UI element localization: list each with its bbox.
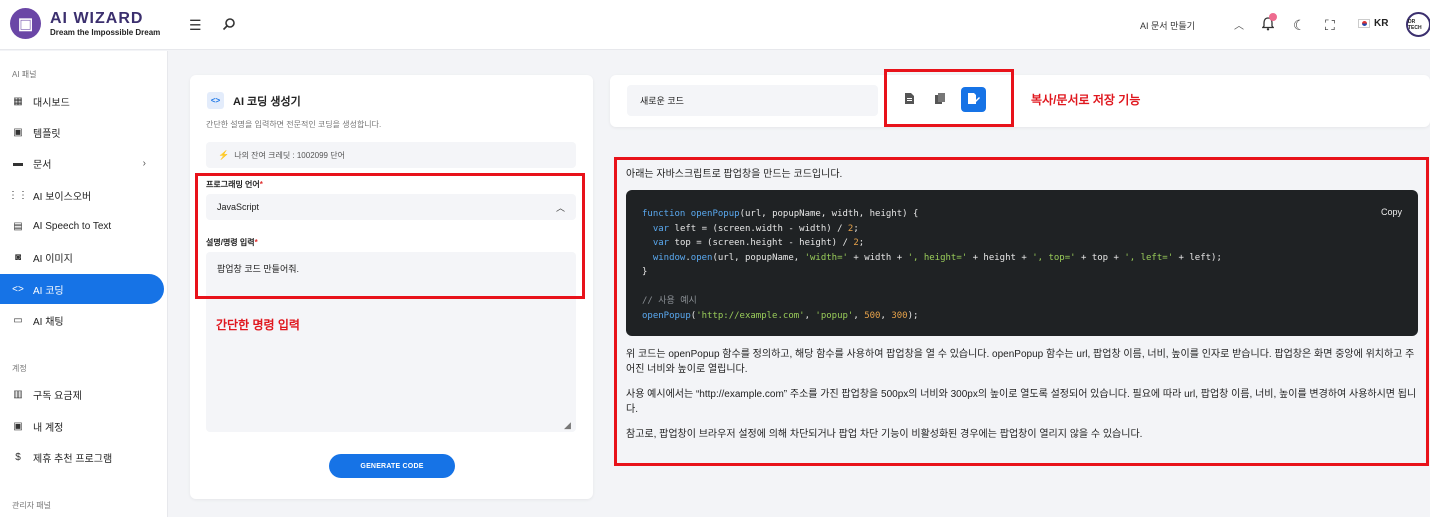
sidebar-item-label: AI 채팅: [33, 316, 64, 328]
language-switcher[interactable]: KR: [1358, 18, 1388, 29]
file-edit-icon: [967, 92, 980, 107]
dollar-icon: $: [15, 451, 21, 463]
fullscreen-icon[interactable]: ⛶: [1325, 17, 1335, 34]
sidebar: AI 패널 ▦ 대시보드 ▣ 템플릿 ▬ 문서 › ⋮⋮ AI 보이스오버 ▤ …: [0, 51, 168, 517]
sidebar-item-label: AI 코딩: [33, 285, 64, 297]
sidebar-item-label: 내 계정: [33, 422, 64, 434]
result-paragraph: 사용 예시에서는 “http://example.com” 주소를 가진 팝업창…: [626, 389, 1417, 415]
code-icon: <>: [12, 283, 24, 295]
sidebar-item-label: AI 이미지: [33, 253, 73, 265]
folder-icon: ▬: [13, 157, 23, 169]
document-name-input[interactable]: 새로운 코드: [627, 85, 878, 116]
account-icon: ▣: [13, 420, 23, 432]
generator-title: AI 코딩 생성기: [233, 96, 301, 108]
result-paragraph: 위 코드는 openPopup 함수를 정의하고, 해당 함수를 사용하여 팝업…: [626, 349, 1415, 375]
result-intro: 아래는 자바스크립트로 팝업창을 만드는 코드입니다.: [626, 169, 843, 180]
chevron-up-icon[interactable]: ︿: [1234, 17, 1244, 32]
sidebar-section-account: 계정: [12, 364, 27, 373]
copy-button[interactable]: [928, 87, 953, 112]
sidebar-item-label: AI 보이스오버: [33, 191, 92, 203]
language-code: KR: [1374, 18, 1389, 29]
code-block: Copy function openPopup(url, popupName, …: [626, 190, 1418, 336]
copy-icon: [935, 92, 946, 107]
dark-mode-icon[interactable]: ☾: [1293, 17, 1306, 34]
sidebar-item-label: AI Speech to Text: [33, 220, 112, 232]
subscription-icon: ▥: [13, 388, 23, 400]
waveform-icon: ⋮⋮: [8, 189, 28, 201]
sidebar-item-documents[interactable]: ▬ 문서 ›: [0, 148, 164, 178]
result-paragraph: 참고로, 팝업창이 브라우저 설정에 의해 차단되거나 팝업 차단 기능이 비활…: [626, 429, 1143, 440]
credits-banner: ⚡ 나의 잔여 크레딧 : 1002099 단어: [206, 142, 576, 168]
language-select[interactable]: JavaScript ︿: [206, 194, 576, 220]
code-icon: <>: [207, 92, 224, 109]
save-document-button[interactable]: [897, 87, 922, 112]
template-icon: ▣: [13, 126, 23, 138]
dashboard-icon: ▦: [13, 95, 23, 107]
sidebar-item-label: 제휴 추천 프로그램: [33, 453, 113, 465]
result-toolbar: 새로운 코드: [610, 75, 1430, 127]
avatar[interactable]: DR TECH: [1406, 12, 1430, 37]
sidebar-item-dashboard[interactable]: ▦ 대시보드: [0, 86, 164, 116]
document-icon: [905, 92, 914, 107]
sidebar-item-label: 템플릿: [33, 128, 61, 140]
lightning-icon: ⚡: [218, 149, 230, 160]
template-select[interactable]: AI 문서 만들기: [1140, 19, 1195, 32]
sidebar-item-label: 구독 요금제: [33, 390, 82, 402]
sidebar-item-chat[interactable]: ▭ AI 채팅: [0, 305, 164, 335]
sidebar-item-voiceover[interactable]: ⋮⋮ AI 보이스오버: [0, 180, 164, 210]
annotation-simple-prompt: 간단한 명령 입력: [216, 318, 300, 332]
sidebar-item-coding[interactable]: <> AI 코딩: [0, 274, 164, 304]
korea-flag-icon: [1358, 19, 1370, 28]
sidebar-item-image[interactable]: ◙ AI 이미지: [0, 242, 164, 272]
save-as-document-button[interactable]: [961, 87, 986, 112]
menu-toggle-icon[interactable]: ☰: [189, 17, 202, 34]
sidebar-item-templates[interactable]: ▣ 템플릿: [0, 117, 164, 147]
sidebar-item-affiliate[interactable]: $ 제휴 추천 프로그램: [0, 442, 164, 472]
code-copy-button[interactable]: Copy: [1381, 207, 1402, 217]
language-label: 프로그래밍 언어*: [206, 180, 263, 189]
language-select-value: JavaScript: [217, 202, 260, 212]
code-generator-card: <> AI 코딩 생성기 간단한 설명을 입력하면 전문적인 코딩을 생성합니다…: [190, 75, 593, 499]
sidebar-section-admin: 관리자 패널: [12, 501, 52, 510]
prompt-input[interactable]: 팝업창 코드 만들어줘.: [206, 252, 576, 432]
chat-icon: ▭: [13, 314, 23, 326]
chip-logo-icon: ▣: [10, 8, 41, 39]
generator-description: 간단한 설명을 입력하면 전문적인 코딩을 생성합니다.: [206, 120, 382, 129]
chevron-up-icon: ︿: [555, 202, 565, 213]
annotation-save-copy: 복사/문서로 저장 기능: [1031, 93, 1141, 107]
sidebar-item-speech-to-text[interactable]: ▤ AI Speech to Text: [0, 211, 164, 241]
brand-title: AI WIZARD: [50, 9, 144, 27]
brand-subtitle: Dream the Impossible Dream: [50, 27, 161, 37]
speech-to-text-icon: ▤: [13, 220, 23, 232]
sidebar-section-ai: AI 패널: [12, 70, 37, 79]
sidebar-item-subscription[interactable]: ▥ 구독 요금제: [0, 379, 164, 409]
code-content: function openPopup(url, popupName, width…: [642, 209, 1222, 321]
chevron-right-icon: ›: [142, 157, 146, 169]
generate-code-button[interactable]: GENERATE CODE: [329, 454, 455, 478]
prompt-label: 설명/명령 입력*: [206, 238, 258, 247]
sidebar-item-label: 대시보드: [33, 97, 70, 109]
sidebar-item-label: 문서: [33, 159, 52, 171]
search-icon[interactable]: [222, 17, 236, 34]
sidebar-item-my-account[interactable]: ▣ 내 계정: [0, 411, 164, 441]
resize-handle-icon[interactable]: ◢: [564, 420, 571, 431]
notification-badge: [1269, 13, 1277, 21]
credits-text: 나의 잔여 크레딧 : 1002099 단어: [234, 150, 345, 160]
image-icon: ◙: [14, 251, 22, 263]
brand-logo[interactable]: ▣ AI WIZARD Dream the Impossible Dream: [10, 8, 160, 39]
top-header: ▣ AI WIZARD Dream the Impossible Dream ☰…: [0, 0, 1430, 50]
